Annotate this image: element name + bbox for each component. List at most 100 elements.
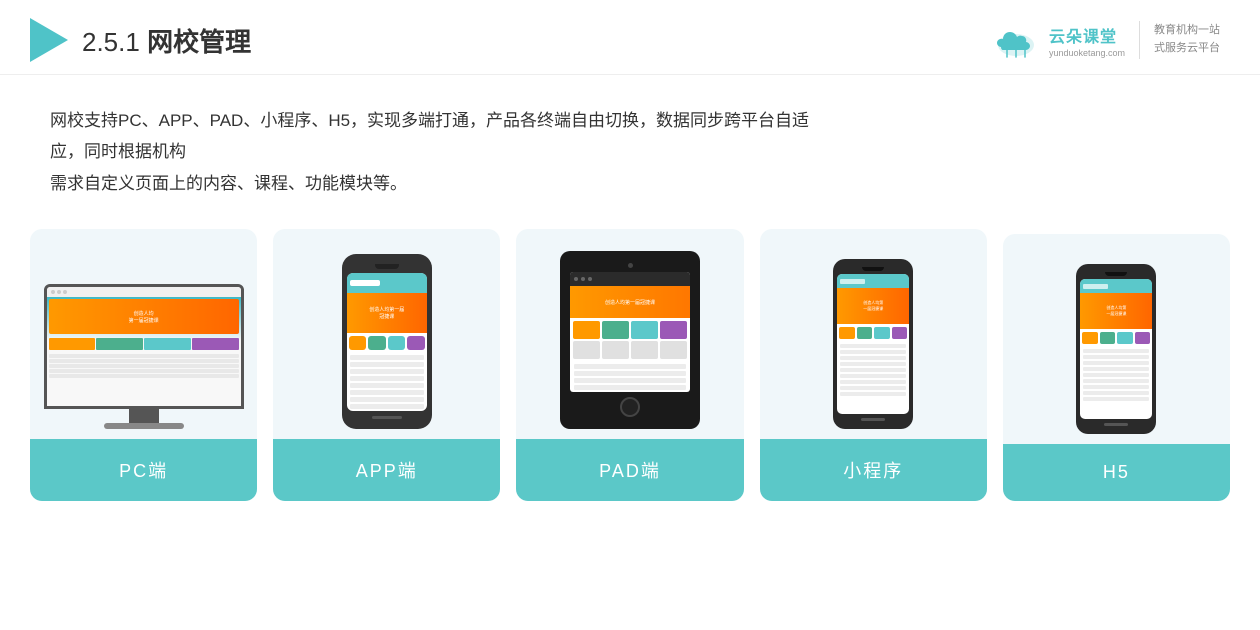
monitor-neck (129, 409, 159, 423)
pad-banner: 创造人均第一届冠捷课 (570, 286, 690, 318)
monitor-dot-3 (63, 290, 67, 294)
h5-content: 创造人均第一届冠捷课 (1080, 279, 1152, 419)
phone-row-3 (350, 369, 424, 374)
pad-dot-3 (588, 277, 592, 281)
pad-grid-5 (573, 341, 600, 359)
device-cards-section: 创造人均第一届冠捷课 (0, 219, 1260, 531)
page-title: 2.5.1 网校管理 (82, 22, 251, 59)
phone-row-6 (350, 390, 424, 395)
miniprogram-content: 创造人均第一届冠捷课 (837, 274, 909, 414)
pc-row-4 (49, 369, 239, 373)
sp-icon-4 (892, 327, 908, 339)
pad-grid-3 (631, 321, 658, 339)
header: 2.5.1 网校管理 云朵课堂 yunduoketang.com (0, 0, 1260, 75)
phone-row-7 (350, 397, 424, 402)
h5-row-1 (1083, 349, 1149, 353)
description-block: 网校支持PC、APP、PAD、小程序、H5，实现多端打通，产品各终端自由切换，数… (0, 75, 860, 219)
pad-grid-8 (660, 341, 687, 359)
miniprogram-screen: 创造人均第一届冠捷课 (837, 274, 909, 414)
phone-notch-app (375, 264, 399, 269)
sp-row-9 (840, 392, 906, 396)
pc-row-3 (49, 364, 239, 368)
sp-row-6 (840, 374, 906, 378)
pc-rows (49, 354, 239, 378)
grid-item-2 (96, 338, 143, 350)
pad-grid-1 (573, 321, 600, 339)
sp-row-2 (840, 350, 906, 354)
phone-list-rows (347, 353, 427, 411)
app-logo-bar (350, 280, 380, 286)
sp-icon-3 (874, 327, 890, 339)
pad-grid-4 (660, 321, 687, 339)
h5-row-4 (1083, 367, 1149, 371)
pc-device-image: 创造人均第一届冠捷课 (30, 229, 257, 439)
grid-item-4 (192, 338, 239, 350)
phone-banner: 创造人均第一届冠捷课 (347, 293, 427, 333)
phone-row-5 (350, 383, 424, 388)
pad-row-2 (574, 371, 686, 376)
phone-icon-grid (347, 333, 427, 353)
section-title-bold: 网校管理 (147, 27, 251, 57)
app-device-image: 创造人均第一届冠捷课 (326, 229, 448, 439)
sp-row-5 (840, 368, 906, 372)
pc-mock-content: 创造人均第一届冠捷课 (47, 297, 241, 406)
phone-row-1 (350, 355, 424, 360)
sp-list-h5 (1080, 347, 1152, 403)
card-miniprogram: 创造人均第一届冠捷课 (760, 229, 987, 501)
pc-row-1 (49, 354, 239, 358)
pad-tablet: 创造人均第一届冠捷课 (560, 251, 700, 429)
monitor-top-bar (47, 287, 241, 297)
sp-header-mini (837, 274, 909, 288)
phone-home-app (372, 416, 402, 419)
pad-screen: 创造人均第一届冠捷课 (570, 272, 690, 392)
header-left: 2.5.1 网校管理 (30, 18, 251, 62)
grid-item-3 (144, 338, 191, 350)
miniprogram-outer: 创造人均第一届冠捷课 (833, 259, 913, 429)
sp-row-8 (840, 386, 906, 390)
card-label-miniprogram: 小程序 (760, 439, 987, 501)
pc-banner: 创造人均第一届冠捷课 (49, 299, 239, 334)
monitor-content: 创造人均第一届冠捷课 (47, 297, 241, 406)
h5-row-7 (1083, 385, 1149, 389)
sp-icon-grid-mini (837, 324, 909, 342)
h5-row-8 (1083, 391, 1149, 395)
app-phone: 创造人均第一届冠捷课 (342, 254, 432, 429)
phone-row-4 (350, 376, 424, 381)
phone-row-2 (350, 362, 424, 367)
h5-row-6 (1083, 379, 1149, 383)
pc-monitor: 创造人均第一届冠捷课 (44, 284, 244, 429)
pad-row-3 (574, 378, 686, 383)
card-pc: 创造人均第一届冠捷课 (30, 229, 257, 501)
pad-device-image: 创造人均第一届冠捷课 (544, 229, 716, 439)
h5-row-2 (1083, 355, 1149, 359)
sp-icon-grid-h5 (1080, 329, 1152, 347)
phone-header-bar (347, 273, 427, 293)
h5-home (1104, 423, 1128, 426)
pad-dot-2 (581, 277, 585, 281)
h5-icon-3 (1117, 332, 1133, 344)
h5-logo (1083, 284, 1108, 289)
card-app: 创造人均第一届冠捷课 (273, 229, 500, 501)
pc-icon-grid (49, 336, 239, 352)
description-line2: 需求自定义页面上的内容、课程、功能模块等。 (50, 168, 810, 199)
h5-row-5 (1083, 373, 1149, 377)
slogan-line1: 教育机构一站 (1154, 22, 1220, 40)
card-label-app: APP端 (273, 439, 500, 501)
pad-row-1 (574, 364, 686, 369)
h5-screen: 创造人均第一届冠捷课 (1080, 279, 1152, 419)
monitor-base (104, 423, 184, 429)
phone-icon-4 (407, 336, 425, 350)
brand-text: 云朵课堂 yunduoketang.com (1049, 23, 1125, 58)
miniprogram-device-image: 创造人均第一届冠捷课 (817, 229, 929, 439)
sp-row-4 (840, 362, 906, 366)
h5-icon-1 (1082, 332, 1098, 344)
phone-icon-3 (388, 336, 406, 350)
card-label-h5: H5 (1003, 444, 1230, 501)
cloud-icon (991, 19, 1041, 61)
header-right: 云朵课堂 yunduoketang.com 教育机构一站 式服务云平台 (991, 19, 1220, 61)
sp-row-1 (840, 344, 906, 348)
sp-list-mini (837, 342, 909, 398)
sp-row-7 (840, 380, 906, 384)
phone-icon-2 (368, 336, 386, 350)
pad-outer: 创造人均第一届冠捷课 (560, 251, 700, 429)
